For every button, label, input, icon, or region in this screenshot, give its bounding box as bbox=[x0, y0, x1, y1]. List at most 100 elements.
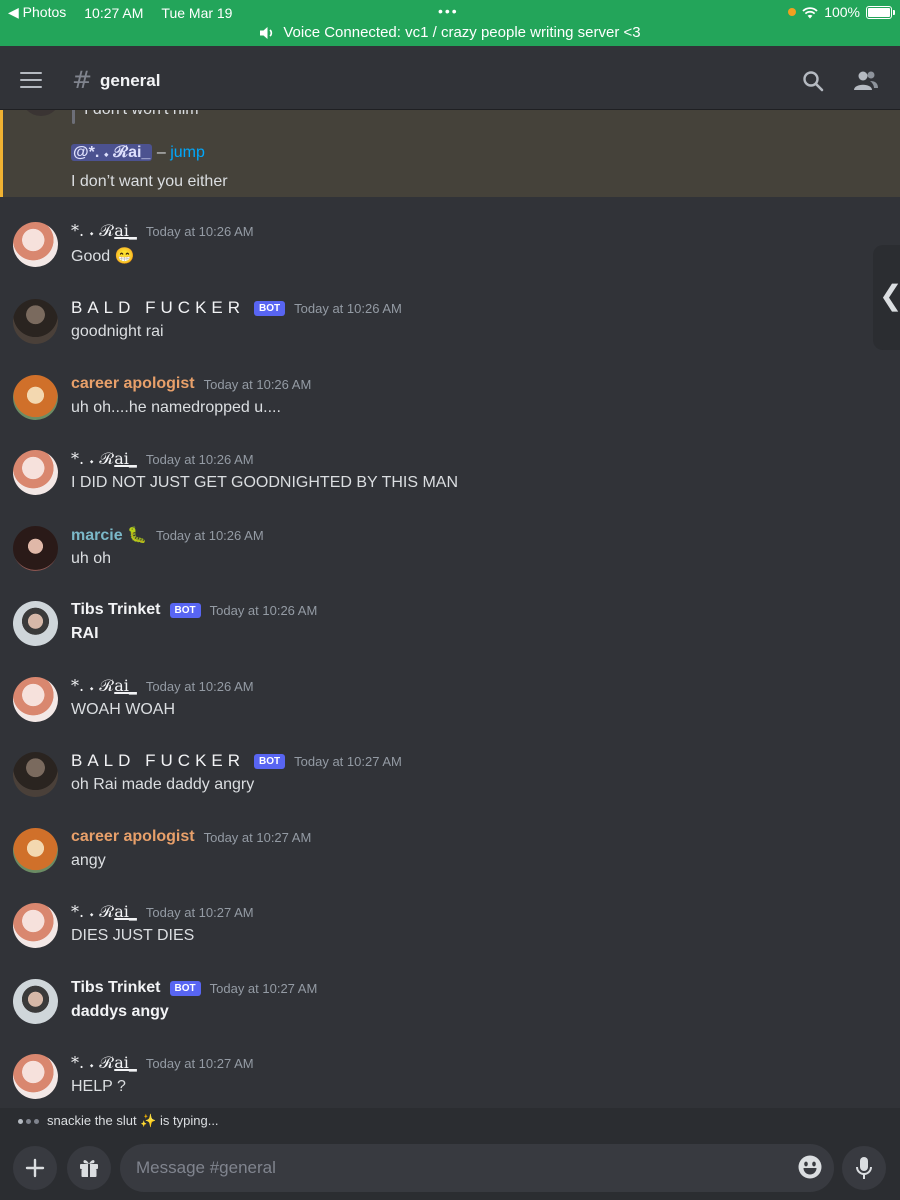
microphone-icon bbox=[856, 1157, 872, 1179]
message[interactable]: BALD FUCKER BOT Today at 10:26 AM goodni… bbox=[0, 297, 900, 367]
timestamp: Today at 10:27 AM bbox=[203, 829, 312, 845]
bot-badge: BOT bbox=[169, 602, 201, 618]
bot-badge: BOT bbox=[169, 980, 201, 996]
status-date: Tue Mar 19 bbox=[161, 4, 233, 21]
timestamp: Today at 10:26 AM bbox=[209, 602, 318, 618]
avatar[interactable] bbox=[13, 450, 58, 495]
quote-bar bbox=[72, 110, 75, 124]
bot-badge: BOT bbox=[254, 300, 286, 316]
avatar[interactable] bbox=[13, 979, 58, 1024]
gift-button[interactable] bbox=[67, 1146, 111, 1190]
message-text: angy bbox=[71, 852, 106, 869]
message[interactable]: *. 𝆺 ℛai_ Today at 10:26 AM WOAH WOAH bbox=[0, 675, 900, 745]
avatar[interactable] bbox=[13, 299, 58, 344]
member-drawer-tab[interactable]: ❮ bbox=[873, 245, 900, 350]
timestamp: Today at 10:27 AM bbox=[145, 1055, 254, 1071]
message[interactable]: Tibs Trinket BOT Today at 10:27 AM daddy… bbox=[0, 977, 900, 1047]
battery-percent: 100% bbox=[824, 4, 860, 20]
message[interactable]: career apologist Today at 10:27 AM angy bbox=[0, 826, 900, 896]
wifi-icon bbox=[802, 6, 818, 18]
search-icon[interactable] bbox=[802, 70, 824, 92]
voice-connected-banner[interactable]: Voice Connected: vc1 / crazy people writ… bbox=[0, 24, 900, 41]
timestamp: Today at 10:27 AM bbox=[145, 904, 254, 920]
status-bar: ◀ Photos 10:27 AM Tue Mar 19 ••• 100% Vo… bbox=[0, 0, 900, 46]
members-icon[interactable] bbox=[853, 70, 879, 92]
message-text: goodnight rai bbox=[71, 323, 164, 340]
timestamp: Today at 10:27 AM bbox=[209, 980, 318, 996]
jump-separator: – bbox=[156, 144, 166, 161]
username[interactable]: career apologist bbox=[71, 375, 195, 393]
username[interactable]: Tibs Trinket bbox=[71, 979, 161, 997]
battery-icon bbox=[866, 5, 895, 19]
message-text: uh oh....he namedropped u.... bbox=[71, 399, 281, 416]
mic-indicator-icon bbox=[788, 8, 797, 16]
avatar[interactable] bbox=[13, 677, 58, 722]
multitask-dots-icon[interactable]: ••• bbox=[438, 3, 459, 19]
username[interactable]: *. 𝆺 ℛai_ bbox=[71, 676, 137, 696]
timestamp: Today at 10:27 AM bbox=[294, 753, 402, 769]
avatar[interactable] bbox=[13, 903, 58, 948]
avatar[interactable] bbox=[13, 375, 58, 420]
gift-icon bbox=[80, 1160, 98, 1177]
avatar[interactable] bbox=[13, 1054, 58, 1099]
typing-dots-icon bbox=[18, 1118, 39, 1124]
message-input[interactable] bbox=[120, 1144, 834, 1192]
emoji-icon[interactable] bbox=[797, 1154, 823, 1180]
username[interactable]: Tibs Trinket bbox=[71, 601, 161, 619]
avatar[interactable] bbox=[13, 222, 58, 267]
typing-text: snackie the slut ✨ is typing... bbox=[47, 1113, 219, 1128]
avatar[interactable] bbox=[21, 110, 61, 116]
typing-indicator: snackie the slut ✨ is typing... bbox=[0, 1108, 900, 1134]
speaker-icon bbox=[260, 26, 273, 39]
timestamp: Today at 10:26 AM bbox=[145, 223, 254, 239]
avatar[interactable] bbox=[13, 752, 58, 797]
avatar[interactable] bbox=[13, 828, 58, 873]
username[interactable]: *. 𝆺 ℛai_ bbox=[71, 449, 137, 469]
chevron-left-icon: ❮ bbox=[879, 279, 900, 312]
hamburger-icon[interactable] bbox=[20, 72, 42, 88]
username[interactable]: BALD FUCKER bbox=[71, 751, 245, 771]
message-text: I don’t want you either bbox=[71, 173, 228, 190]
message[interactable]: *. 𝆺 ℛai_ Today at 10:26 AM Good 😁 bbox=[0, 220, 900, 290]
hash-icon: # bbox=[72, 66, 93, 94]
username[interactable]: marcie 🐛 bbox=[71, 525, 147, 545]
message[interactable]: *. 𝆺 ℛai_ Today at 10:27 AM DIES JUST DI… bbox=[0, 901, 900, 971]
voice-banner-text: Voice Connected: vc1 / crazy people writ… bbox=[283, 24, 641, 41]
back-to-photos-link[interactable]: ◀ Photos bbox=[8, 4, 66, 21]
timestamp: Today at 10:26 AM bbox=[155, 527, 264, 543]
add-attachment-button[interactable] bbox=[13, 1146, 57, 1190]
reply-mention-line: @*. 𝆺 ℛai_ – jump bbox=[71, 144, 205, 162]
bot-badge: BOT bbox=[254, 753, 286, 769]
username[interactable]: *. 𝆺 ℛai_ bbox=[71, 1053, 137, 1073]
message[interactable]: Tibs Trinket BOT Today at 10:26 AM RAI bbox=[0, 599, 900, 669]
timestamp: Today at 10:26 AM bbox=[203, 376, 312, 392]
message[interactable]: *. 𝆺 ℛai_ Today at 10:26 AM I DID NOT JU… bbox=[0, 448, 900, 518]
message-composer bbox=[0, 1134, 900, 1200]
message[interactable]: *. 𝆺 ℛai_ Today at 10:27 AM HELP ? bbox=[0, 1052, 900, 1106]
voice-message-button[interactable] bbox=[842, 1146, 886, 1190]
timestamp: Today at 10:26 AM bbox=[294, 300, 402, 316]
status-time: 10:27 AM bbox=[84, 4, 144, 21]
message-text: WOAH WOAH bbox=[71, 701, 175, 718]
message[interactable]: marcie 🐛 Today at 10:26 AM uh oh bbox=[0, 524, 900, 594]
message-text: I DID NOT JUST GET GOODNIGHTED BY THIS M… bbox=[71, 474, 459, 491]
message-text: RAI bbox=[71, 625, 99, 642]
avatar[interactable] bbox=[13, 526, 58, 571]
user-mention[interactable]: @*. 𝆺 ℛai_ bbox=[71, 144, 153, 161]
message[interactable]: career apologist Today at 10:26 AM uh oh… bbox=[0, 373, 900, 443]
username[interactable]: *. 𝆺 ℛai_ bbox=[71, 902, 137, 922]
message-text: daddys angy bbox=[71, 1003, 169, 1020]
channel-title[interactable]: general bbox=[100, 71, 160, 91]
message-text: oh Rai made daddy angry bbox=[71, 776, 255, 793]
message-text: DIES JUST DIES bbox=[71, 927, 195, 944]
jump-link[interactable]: jump bbox=[170, 144, 205, 161]
message[interactable]: BALD FUCKER BOT Today at 10:27 AM oh Rai… bbox=[0, 750, 900, 820]
username[interactable]: *. 𝆺 ℛai_ bbox=[71, 221, 137, 241]
message-text: uh oh bbox=[71, 550, 112, 567]
message-text: HELP ? bbox=[71, 1078, 126, 1095]
username[interactable]: BALD FUCKER bbox=[71, 298, 245, 318]
mention-highlight: I don't won't him @*. 𝆺 ℛai_ – jump I do… bbox=[0, 110, 900, 197]
username[interactable]: career apologist bbox=[71, 828, 195, 846]
channel-header: # general bbox=[0, 46, 900, 110]
avatar[interactable] bbox=[13, 601, 58, 646]
